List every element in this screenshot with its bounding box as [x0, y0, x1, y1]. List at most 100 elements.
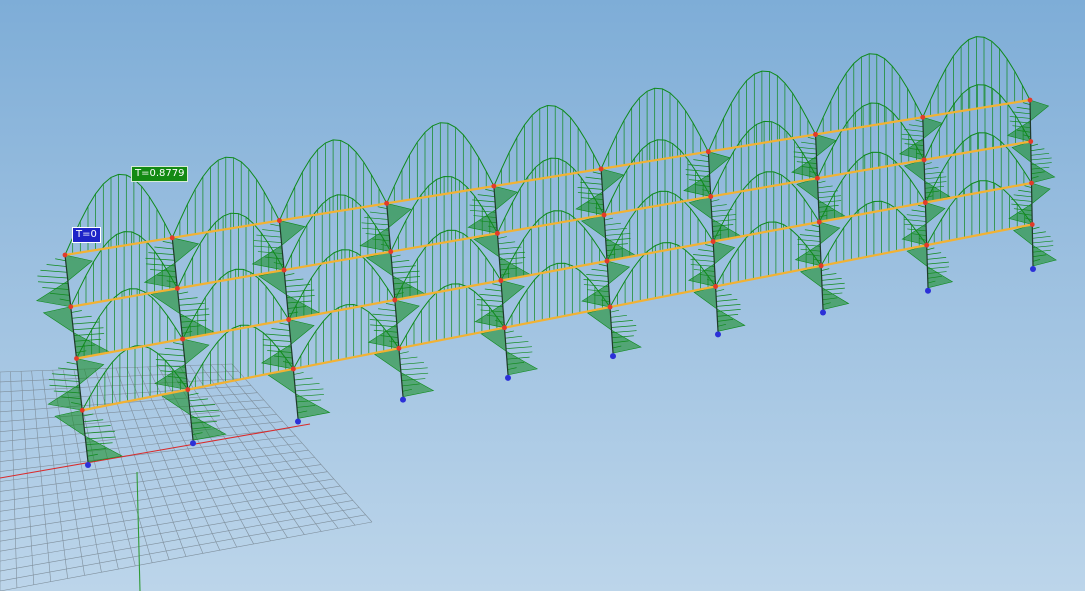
hatch-line	[158, 353, 185, 357]
beam-node	[815, 175, 820, 181]
hatch-line	[715, 289, 725, 292]
hatch-line	[369, 319, 397, 322]
hatch-line	[400, 362, 425, 365]
min-value-tag: T=0	[72, 227, 101, 243]
hatch-line	[378, 308, 396, 312]
hatch-line	[924, 176, 947, 180]
grid-line	[0, 457, 315, 502]
hatch-line	[611, 325, 637, 328]
beam-node	[169, 235, 175, 241]
hatch-line	[391, 260, 410, 263]
grid-line	[0, 428, 290, 462]
hatch-line	[66, 361, 78, 365]
beam-node	[1029, 180, 1034, 186]
hatch-line	[285, 278, 304, 282]
moment-wedge	[467, 185, 518, 234]
support-node	[85, 462, 91, 468]
hatch-line	[1016, 106, 1031, 110]
3d-viewport[interactable]: T=0 T=0.8779	[0, 0, 1085, 591]
hatch-line	[294, 383, 320, 386]
hatch-line	[580, 181, 603, 185]
hatch-line	[164, 347, 184, 351]
beam-diagram	[920, 36, 1033, 120]
hatch-line	[821, 273, 837, 276]
hatch-line	[924, 166, 939, 170]
hatch-line	[71, 315, 92, 319]
grid-line	[0, 514, 366, 582]
beam-diagram	[598, 87, 711, 172]
beam-node	[713, 284, 718, 289]
moment-wedge	[580, 214, 636, 262]
moment-wedge	[906, 244, 954, 289]
moment-wedge	[47, 358, 105, 411]
hatch-line	[265, 333, 291, 337]
hatch-line	[1032, 245, 1054, 248]
beam-node	[396, 345, 402, 351]
hatch-line	[392, 270, 420, 274]
hatch-line	[506, 346, 532, 350]
beam-node	[705, 149, 711, 155]
moment-wedge	[267, 368, 331, 419]
model-scene[interactable]	[0, 0, 1085, 591]
grid-line	[0, 507, 360, 572]
beam-node	[598, 166, 604, 172]
hatch-line	[492, 283, 502, 287]
hatch-line	[270, 223, 281, 227]
hatch-line	[1024, 185, 1032, 188]
hatch-line	[498, 241, 516, 245]
hatch-line	[40, 269, 67, 273]
moment-wedge	[480, 327, 539, 376]
support-node	[295, 418, 301, 425]
hatch-line	[710, 199, 720, 202]
hatch-line	[690, 259, 715, 262]
beam-node	[922, 200, 928, 205]
beam-diagram	[705, 70, 818, 155]
hatch-line	[605, 233, 631, 236]
beam-node	[710, 239, 716, 244]
beam-node	[175, 285, 180, 291]
beam-node	[816, 219, 822, 225]
support-node	[820, 309, 826, 316]
hatch-line	[279, 322, 290, 326]
support-node	[1030, 266, 1036, 272]
hatch-line	[1032, 231, 1046, 235]
hatch-line	[911, 209, 926, 213]
hatch-line	[610, 314, 627, 318]
hatch-line	[55, 258, 66, 262]
grid-line	[0, 442, 303, 482]
hatch-line	[469, 209, 496, 213]
hatch-line	[924, 162, 932, 165]
moment-wedge	[251, 220, 306, 271]
hatch-line	[476, 304, 503, 308]
beam-node	[921, 157, 927, 163]
moment-wedge	[258, 269, 322, 320]
hatch-line	[817, 185, 833, 189]
hatch-line	[799, 234, 820, 237]
hatch-line	[604, 222, 621, 226]
grid-line	[0, 500, 353, 562]
hatch-line	[293, 372, 304, 375]
hatch-line	[484, 288, 502, 292]
hatch-line	[577, 192, 603, 195]
support-node	[715, 331, 721, 338]
hatch-line	[399, 351, 409, 355]
hatch-line	[154, 246, 174, 250]
support-node	[190, 440, 196, 447]
hatch-line	[811, 224, 820, 228]
hatch-line	[700, 154, 709, 157]
hatch-line	[1011, 203, 1032, 207]
hatch-line	[173, 342, 184, 345]
hatch-line	[498, 251, 525, 255]
hatch-line	[927, 257, 947, 260]
hatch-line	[901, 133, 924, 137]
hatch-line	[906, 214, 926, 218]
moment-wedge	[581, 260, 631, 308]
hatch-line	[472, 199, 496, 203]
hatch-line	[807, 136, 816, 140]
moment-wedge	[1008, 182, 1051, 225]
hatch-line	[598, 263, 608, 267]
hatch-line	[400, 367, 428, 371]
hatch-line	[469, 204, 496, 208]
hatch-line	[146, 263, 176, 267]
beam-node	[920, 114, 926, 120]
